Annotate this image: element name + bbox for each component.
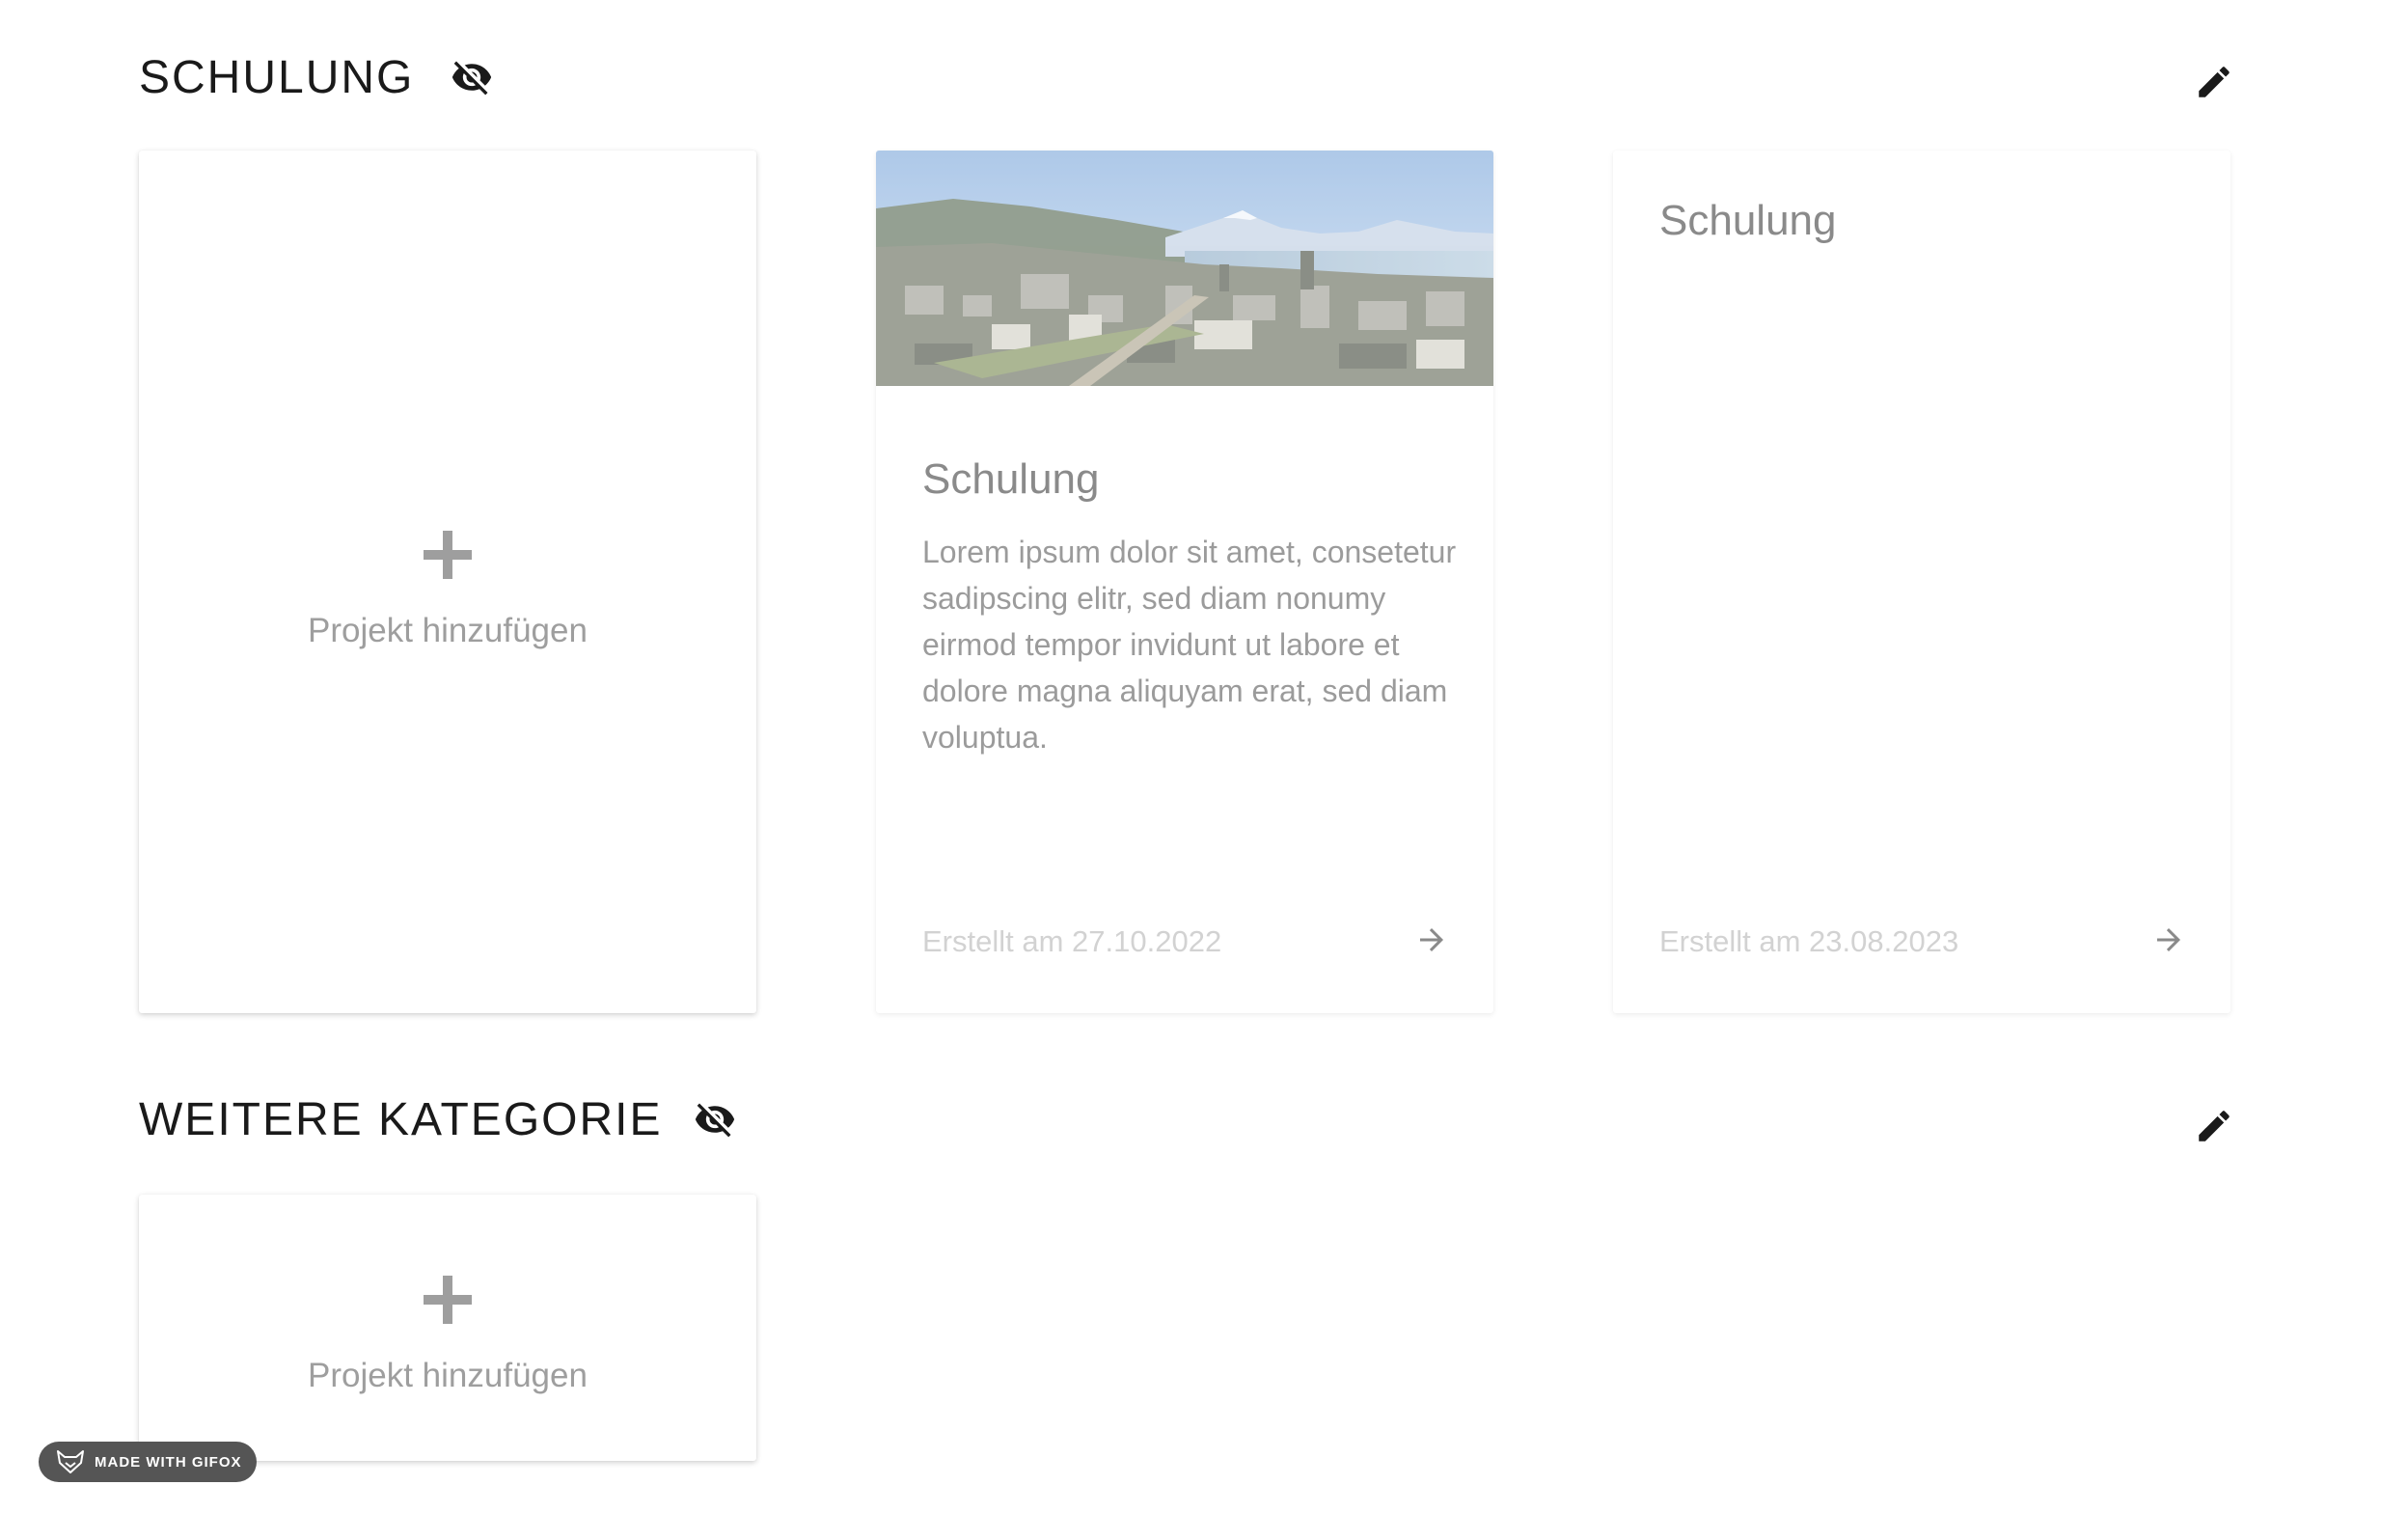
fox-icon [57, 1450, 84, 1473]
plus-icon [424, 1276, 472, 1324]
section-header-weitere-kategorie: WEITERE KATEGORIE [139, 1092, 736, 1146]
arrow-right-icon[interactable] [2151, 922, 2186, 957]
project-card[interactable]: Schulung Lorem ipsum dolor sit amet, con… [876, 151, 1493, 1013]
plus-icon [424, 531, 472, 579]
add-project-card[interactable]: Projekt hinzufügen [139, 1195, 756, 1461]
add-project-card[interactable]: Projekt hinzufügen [139, 151, 756, 1013]
section-header-schulung: SCHULUNG [139, 50, 493, 104]
section-title: WEITERE KATEGORIE [139, 1093, 663, 1145]
pencil-icon[interactable] [2194, 1106, 2234, 1146]
pencil-icon[interactable] [2194, 62, 2234, 102]
project-created-date: Erstellt am 23.08.2023 [1659, 924, 1959, 958]
add-project-label: Projekt hinzufügen [308, 612, 588, 649]
eye-off-icon[interactable] [694, 1098, 736, 1141]
badge-label: MADE WITH GIFOX [95, 1453, 242, 1471]
arrow-right-icon[interactable] [1414, 922, 1449, 957]
project-title: Schulung [922, 455, 1100, 503]
section-title: SCHULUNG [139, 51, 415, 103]
project-description: Lorem ipsum dolor sit amet, consetetur s… [922, 535, 1457, 755]
made-with-gifox-badge[interactable]: MADE WITH GIFOX [39, 1442, 257, 1482]
project-card[interactable]: Schulung Erstellt am 23.08.2023 [1613, 151, 2230, 1013]
project-thumbnail-image [876, 151, 1493, 386]
project-title: Schulung [1659, 197, 1837, 244]
page: SCHULUNG Projekt hinzufügen Schulung Lor… [0, 0, 2408, 1513]
eye-off-icon[interactable] [451, 56, 493, 98]
add-project-content: Projekt hinzufügen [139, 531, 756, 650]
add-project-label: Projekt hinzufügen [308, 1357, 588, 1394]
add-project-content: Projekt hinzufügen [139, 1276, 756, 1395]
project-created-date: Erstellt am 27.10.2022 [922, 924, 1222, 958]
